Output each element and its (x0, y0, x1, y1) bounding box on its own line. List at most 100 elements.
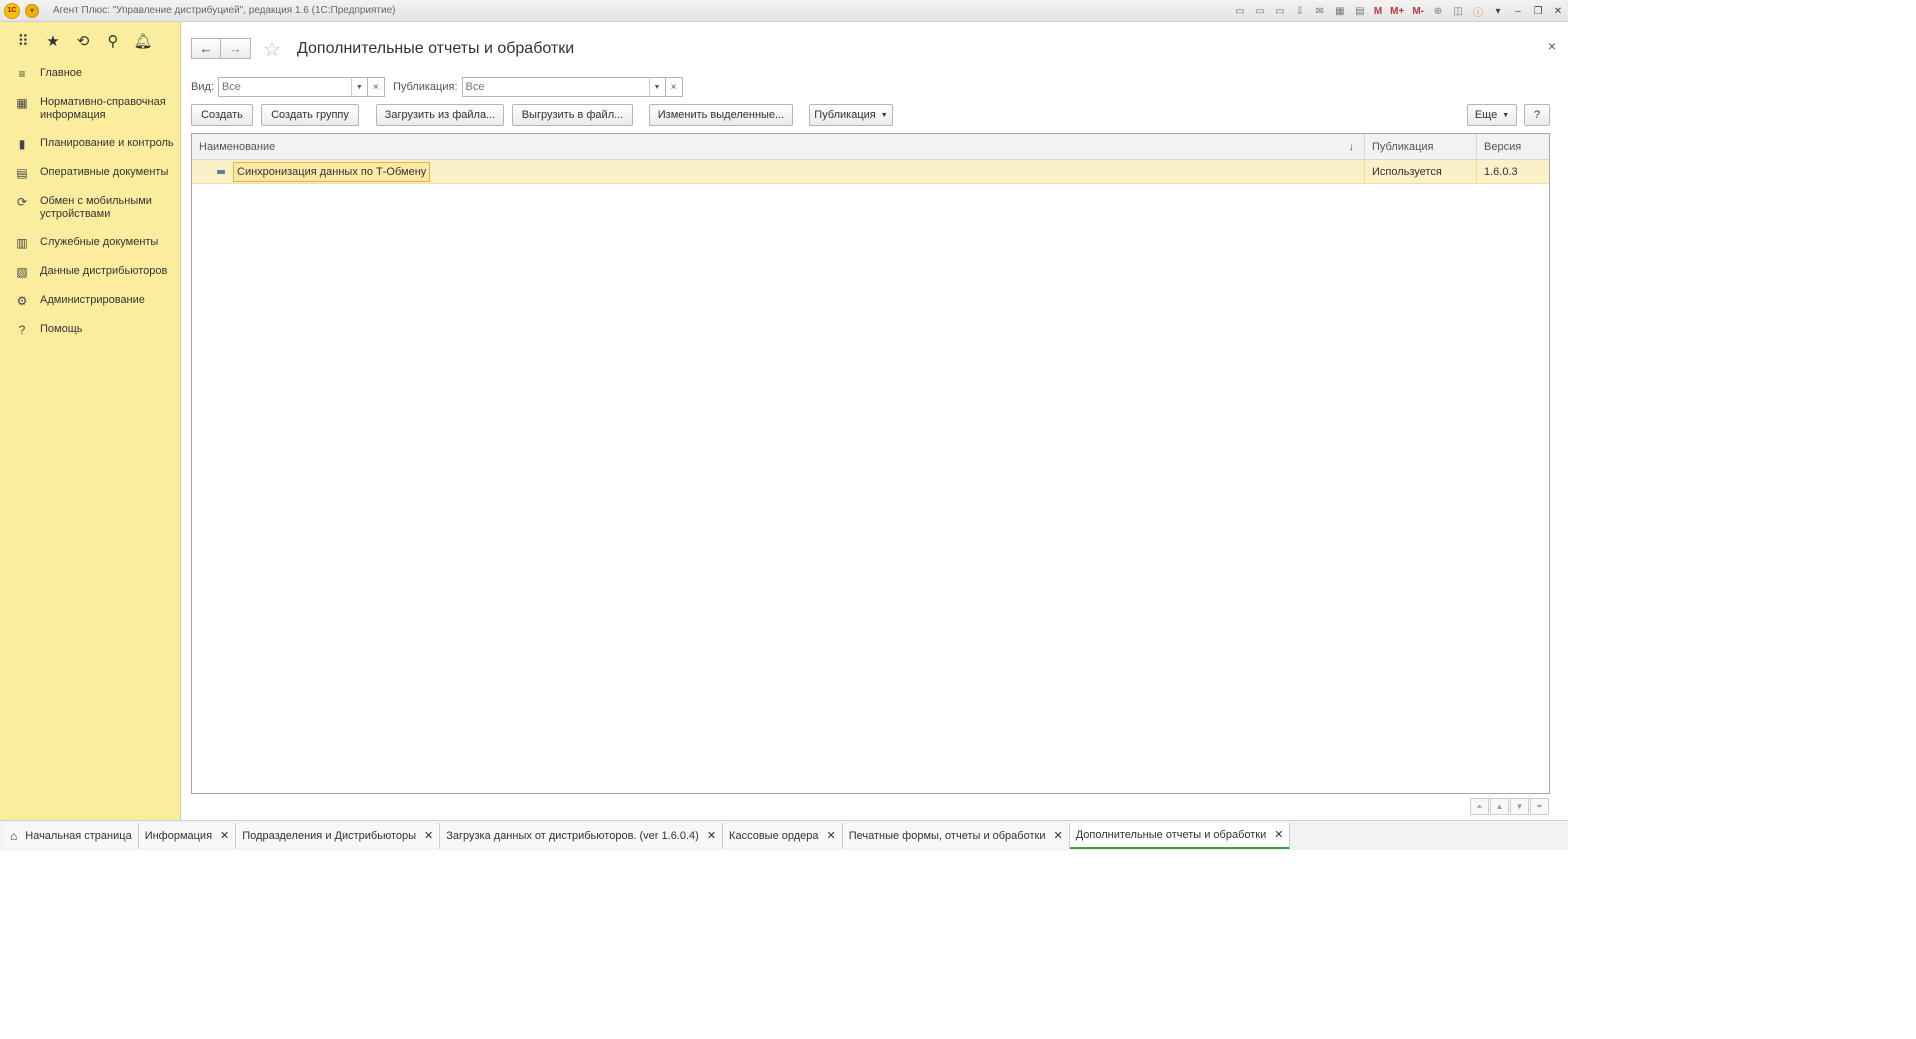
favorite-star-icon[interactable]: ☆ (263, 37, 281, 62)
history-icon[interactable]: ⟲ (68, 30, 98, 52)
save-icon[interactable]: ▭ (1232, 4, 1248, 18)
preview-icon[interactable]: ▭ (1272, 4, 1288, 18)
chevron-down-icon: ▼ (1502, 111, 1510, 119)
info-icon[interactable]: ⓘ (1470, 4, 1486, 19)
bell-icon[interactable]: 🔔︎ (128, 30, 158, 52)
back-arrow-icon[interactable]: ← (191, 38, 221, 59)
create-group-button[interactable]: Создать группу (261, 104, 359, 126)
load-from-file-button[interactable]: Загрузить из файла... (376, 104, 504, 126)
tab-label: Загрузка данных от дистрибьюторов. (ver … (446, 829, 699, 842)
mail-icon[interactable]: ✉ (1312, 4, 1328, 18)
service-documents-icon: ▥ (16, 236, 28, 250)
sidebar-item-reference[interactable]: ▦ Нормативно-справочная информация (0, 89, 180, 129)
minimize-icon[interactable]: – (1510, 4, 1526, 18)
sync-icon: ⟳ (16, 195, 28, 209)
calendar-icon[interactable]: ▤ (1352, 4, 1368, 18)
sidebar-item-mobile-exchange[interactable]: ⟳ Обмен с мобильными устройствами (0, 188, 180, 228)
tab-print-forms[interactable]: Печатные формы, отчеты и обработки ✕ (842, 822, 1070, 849)
close-tab-icon[interactable]: ✕ (424, 829, 433, 842)
close-form-icon[interactable]: × (1548, 38, 1556, 54)
table-nav-buttons: ⏶ ▲ ▼ ⏷ (1469, 798, 1549, 815)
page-title: Дополнительные отчеты и обработки (297, 40, 575, 57)
forward-arrow-icon[interactable]: → (221, 38, 251, 59)
tab-home[interactable]: ⌂ Начальная страница (4, 822, 139, 849)
sidebar-item-distributor-data[interactable]: ▧ Данные дистрибьюторов (0, 258, 180, 286)
sidebar-item-operational-docs[interactable]: ▤ Оперативные документы (0, 159, 180, 187)
tab-subdivisions[interactable]: Подразделения и Дистрибьюторы ✕ (236, 822, 441, 849)
scroll-last-icon[interactable]: ⏷ (1530, 798, 1549, 815)
sidebar-toolbar: ⠿ ★ ⟲ ⚲ 🔔︎ (0, 22, 180, 60)
info-dropdown-icon[interactable]: ▾ (1490, 4, 1506, 18)
memory-m-button[interactable]: M (1372, 4, 1384, 18)
sidebar-item-administration[interactable]: ⚙ Администрирование (0, 287, 180, 315)
memory-plus-button[interactable]: M+ (1388, 4, 1406, 18)
column-header-name[interactable]: Наименование ↓ (192, 134, 1365, 159)
publication-menu-label: Публикация (814, 109, 876, 121)
command-bar: Создать Создать группу Загрузить из файл… (191, 104, 1550, 126)
item-marker-icon (217, 169, 225, 174)
zoom-icon[interactable]: ⊕ (1430, 4, 1446, 18)
tab-distributor-load[interactable]: Загрузка данных от дистрибьюторов. (ver … (440, 822, 724, 849)
sidebar-item-label: Нормативно-справочная информация (40, 96, 166, 121)
tab-information[interactable]: Информация ✕ (138, 822, 237, 849)
publication-clear-button[interactable]: × (665, 77, 683, 97)
sidebar-item-label: Администрирование (40, 294, 145, 306)
sidebar-item-main[interactable]: ≡ Главное (0, 60, 180, 88)
close-tab-icon[interactable]: ✕ (1274, 828, 1283, 841)
sidebar-item-label: Обмен с мобильными устройствами (40, 195, 152, 220)
close-tab-icon[interactable]: ✕ (827, 829, 836, 842)
close-window-icon[interactable]: ✕ (1550, 4, 1566, 18)
unload-to-file-button[interactable]: Выгрузить в файл... (512, 104, 633, 126)
calculator-icon[interactable]: ▦ (1332, 4, 1348, 18)
sidebar-item-label: Служебные документы (40, 236, 159, 248)
search-icon[interactable]: ⚲ (98, 30, 128, 52)
sidebar-item-label: Помощь (40, 323, 83, 335)
restore-icon[interactable]: ❐ (1530, 4, 1546, 18)
publication-filter-box: ▼ (461, 77, 666, 97)
scroll-first-icon[interactable]: ⏶ (1470, 798, 1489, 815)
publication-menu-button[interactable]: Публикация ▼ (809, 104, 893, 126)
tab-additional-reports[interactable]: Дополнительные отчеты и обработки ✕ (1069, 822, 1291, 849)
row-version-cell[interactable]: 1.6.0.3 (1477, 160, 1549, 183)
table-row[interactable]: Синхронизация данных по Т-Обмену Использ… (192, 160, 1549, 184)
close-tab-icon[interactable]: ✕ (220, 829, 229, 842)
vid-filter-box: ▼ (217, 77, 368, 97)
change-selected-button[interactable]: Изменить выделенные... (649, 104, 793, 126)
close-tab-icon[interactable]: ✕ (707, 829, 716, 842)
gear-icon: ⚙ (16, 294, 28, 308)
column-header-label: Наименование (199, 140, 276, 153)
vid-filter-label: Вид: (191, 81, 214, 93)
column-header-publication[interactable]: Публикация (1365, 134, 1477, 159)
download-icon[interactable]: ⇩ (1292, 4, 1308, 18)
processing-table[interactable]: Наименование ↓ Публикация Версия Синхрон… (191, 133, 1550, 815)
star-icon[interactable]: ★ (38, 30, 68, 52)
row-publication-cell[interactable]: Используется (1365, 160, 1477, 183)
sidebar-item-service-docs[interactable]: ▥ Служебные документы (0, 229, 180, 257)
scroll-up-icon[interactable]: ▲ (1490, 798, 1509, 815)
chevron-down-icon[interactable]: ▼ (350, 78, 367, 96)
app-logo-icon[interactable]: 1С (4, 2, 20, 19)
main-menu-dropdown-icon[interactable]: ▾ (25, 3, 39, 18)
row-name-cell[interactable]: Синхронизация данных по Т-Обмену (192, 160, 1365, 183)
more-menu-button[interactable]: Еще ▼ (1467, 104, 1517, 126)
chevron-down-icon[interactable]: ▼ (648, 78, 665, 96)
sidebar-item-planning[interactable]: ▮ Планирование и контроль (0, 130, 180, 158)
scroll-down-icon[interactable]: ▼ (1510, 798, 1529, 815)
tab-label: Печатные формы, отчеты и обработки (848, 829, 1046, 842)
vid-filter-input[interactable] (218, 78, 351, 96)
open-windows-bar: ⌂ Начальная страница Информация ✕ Подраз… (0, 820, 1568, 850)
tab-cash-orders[interactable]: Кассовые ордера ✕ (723, 822, 843, 849)
memory-minus-button[interactable]: M- (1410, 4, 1426, 18)
sidebar-item-label: Данные дистрибьюторов (40, 265, 168, 277)
create-button[interactable]: Создать (191, 104, 253, 126)
titlebar-tools: ▭ ▭ ▭ ⇩ ✉ ▦ ▤ M M+ M- ⊕ ◫ ⓘ ▾ – ❐ ✕ (1230, 0, 1568, 22)
publication-filter-input[interactable] (462, 78, 649, 96)
apps-grid-icon[interactable]: ⠿ (8, 30, 38, 52)
vid-clear-button[interactable]: × (367, 77, 385, 97)
column-header-version[interactable]: Версия (1477, 134, 1549, 159)
print-icon[interactable]: ▭ (1252, 4, 1268, 18)
close-tab-icon[interactable]: ✕ (1053, 829, 1062, 842)
help-button[interactable]: ? (1524, 104, 1550, 126)
panels-icon[interactable]: ◫ (1450, 4, 1466, 18)
sidebar-item-help[interactable]: ? Помощь (0, 316, 180, 344)
